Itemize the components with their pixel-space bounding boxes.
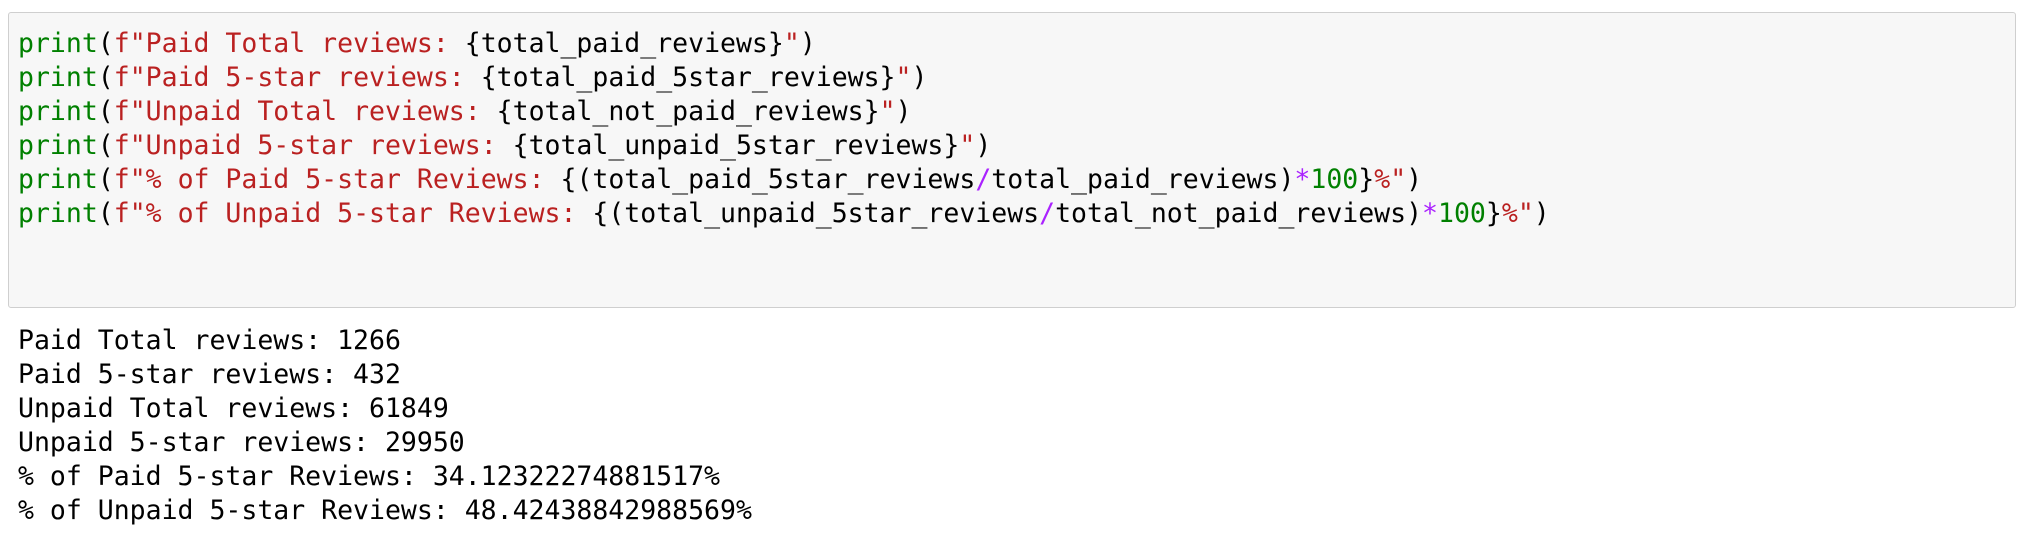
code-token: total_paid_reviews)	[991, 164, 1295, 195]
code-editor[interactable]: print(f"Paid Total reviews: {total_paid_…	[18, 27, 1550, 231]
code-token: 100	[1438, 198, 1486, 229]
code-token: )	[799, 28, 816, 59]
code-token: print	[18, 164, 98, 195]
output-line: % of Paid 5-star Reviews: 34.12322274881…	[18, 461, 720, 492]
output-line: Unpaid 5-star reviews: 29950	[18, 427, 465, 458]
code-token: print	[18, 96, 98, 127]
code-token: "	[783, 28, 800, 59]
code-token: print	[18, 130, 98, 161]
code-token: /	[975, 164, 992, 195]
code-token: f"% of Paid 5-star Reviews:	[113, 164, 561, 195]
code-token: )	[911, 62, 928, 93]
code-token: /	[1039, 198, 1056, 229]
code-token: }	[1358, 164, 1375, 195]
code-token: print	[18, 62, 98, 93]
code-token: *	[1294, 164, 1311, 195]
code-line: print(f"Unpaid 5-star reviews: {total_un…	[18, 129, 1550, 163]
code-token: )	[975, 130, 992, 161]
code-token: %"	[1374, 164, 1407, 195]
code-token: {(total_unpaid_5star_reviews	[592, 198, 1040, 229]
code-token: {total_paid_reviews}	[464, 28, 784, 59]
code-token: (	[97, 62, 114, 93]
output-line: Paid Total reviews: 1266	[18, 325, 401, 356]
output-line: % of Unpaid 5-star Reviews: 48.424388429…	[18, 495, 752, 526]
code-line: print(f"% of Unpaid 5-star Reviews: {(to…	[18, 197, 1550, 231]
code-token: f"% of Unpaid 5-star Reviews:	[113, 198, 593, 229]
code-token: *	[1422, 198, 1439, 229]
code-line: print(f"Paid 5-star reviews: {total_paid…	[18, 61, 1550, 95]
code-token: 100	[1310, 164, 1359, 195]
code-token: (	[97, 28, 114, 59]
code-token: }	[1485, 198, 1502, 229]
code-token: )	[1533, 198, 1550, 229]
code-token: (	[97, 164, 114, 195]
code-token: f"Paid Total reviews:	[113, 28, 465, 59]
code-token: {(total_paid_5star_reviews	[560, 164, 976, 195]
code-token: "	[879, 96, 896, 127]
code-token: (	[97, 130, 114, 161]
code-token: "	[895, 62, 912, 93]
output-line: Paid 5-star reviews: 432	[18, 359, 401, 390]
code-token: %"	[1501, 198, 1534, 229]
code-line: print(f"% of Paid 5-star Reviews: {(tota…	[18, 163, 1550, 197]
code-token: print	[18, 198, 98, 229]
code-token: f"Unpaid 5-star reviews:	[113, 130, 513, 161]
code-token: )	[1406, 164, 1423, 195]
code-token: (	[97, 96, 114, 127]
code-token: )	[895, 96, 912, 127]
cell-output: Paid Total reviews: 1266 Paid 5-star revi…	[18, 324, 752, 528]
code-token: total_not_paid_reviews)	[1055, 198, 1423, 229]
output-line: Unpaid Total reviews: 61849	[18, 393, 449, 424]
code-line: print(f"Paid Total reviews: {total_paid_…	[18, 27, 1550, 61]
code-token: f"Paid 5-star reviews:	[113, 62, 481, 93]
code-token: {total_paid_5star_reviews}	[480, 62, 896, 93]
code-token: (	[97, 198, 114, 229]
code-cell-input[interactable]: print(f"Paid Total reviews: {total_paid_…	[8, 12, 2016, 308]
code-token: f"Unpaid Total reviews:	[113, 96, 497, 127]
code-token: {total_unpaid_5star_reviews}	[512, 130, 960, 161]
code-token: print	[18, 28, 98, 59]
code-token: "	[959, 130, 976, 161]
code-token: {total_not_paid_reviews}	[496, 96, 880, 127]
code-line: print(f"Unpaid Total reviews: {total_not…	[18, 95, 1550, 129]
